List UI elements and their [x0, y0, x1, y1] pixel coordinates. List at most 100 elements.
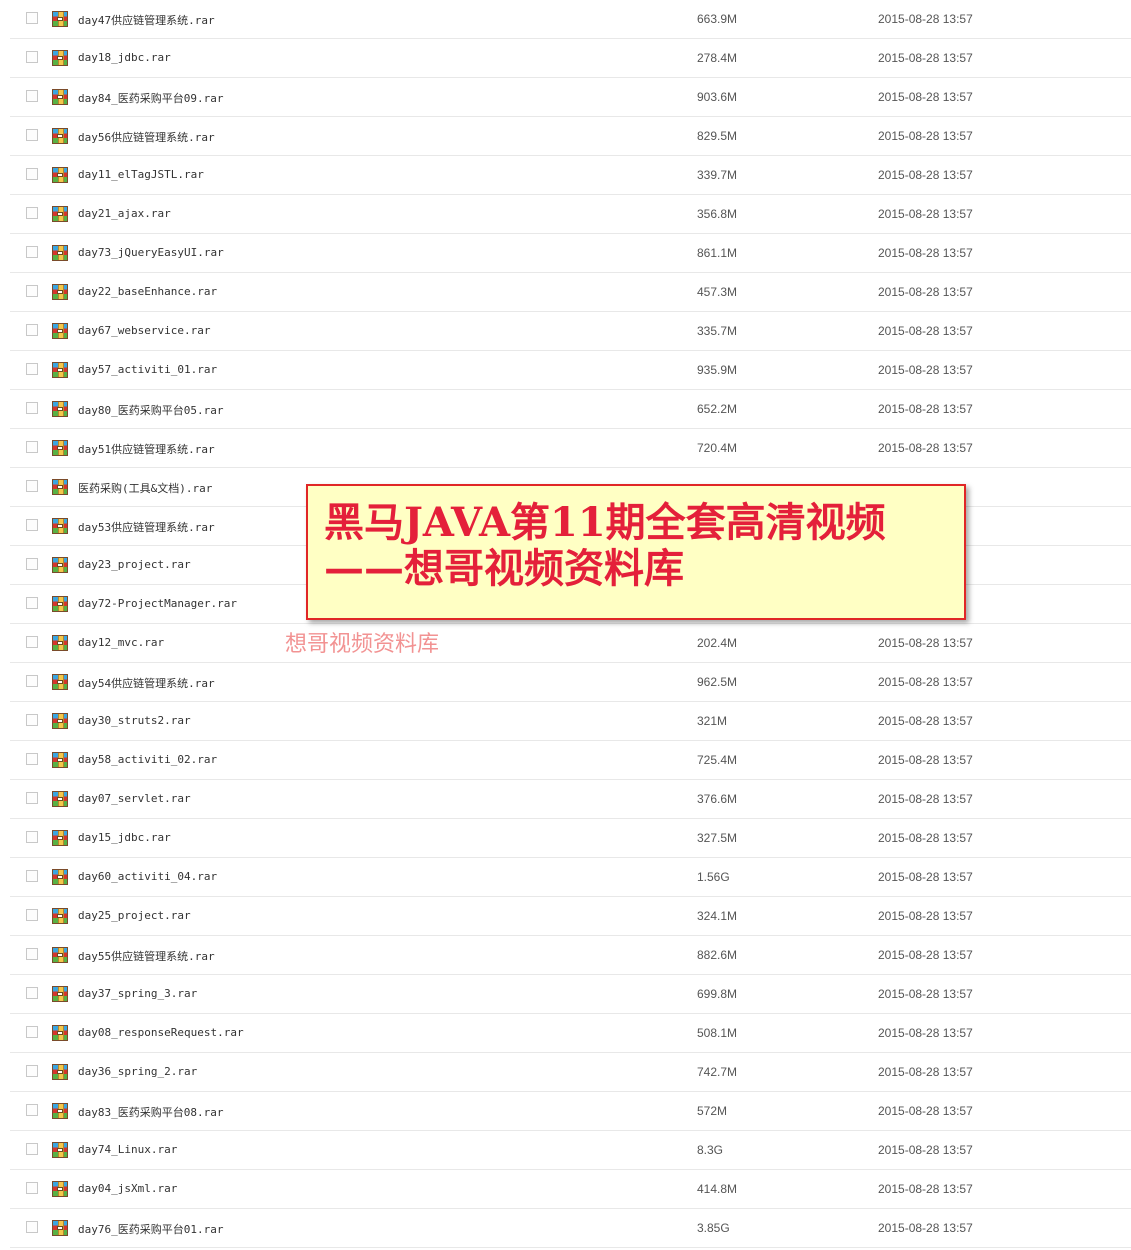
file-row[interactable]: day67_webservice.rar 335.7M 2015-08-28 13:… — [10, 312, 1131, 351]
row-checkbox[interactable] — [26, 675, 38, 687]
file-row[interactable]: day21_ajax.rar 356.8M 2015-08-28 13:57 — [10, 195, 1131, 234]
file-row[interactable]: day83_医药采购平台08.rar 572M 2015-08-28 13:57 — [10, 1092, 1131, 1131]
row-checkbox[interactable] — [26, 90, 38, 102]
row-checkbox[interactable] — [26, 480, 38, 492]
file-name[interactable]: day07_servlet.rar — [78, 792, 191, 805]
file-name[interactable]: day12_mvc.rar — [78, 636, 164, 649]
row-checkbox[interactable] — [26, 1026, 38, 1038]
file-row[interactable]: day73_jQueryEasyUI.rar 861.1M 2015-08-28 1… — [10, 234, 1131, 273]
row-checkbox[interactable] — [26, 51, 38, 63]
row-checkbox[interactable] — [26, 1182, 38, 1194]
file-row[interactable]: day30_struts2.rar 321M 2015-08-28 13:57 — [10, 702, 1131, 741]
row-checkbox[interactable] — [26, 129, 38, 141]
row-checkbox[interactable] — [26, 870, 38, 882]
file-size: 414.8M — [697, 1182, 738, 1196]
file-name[interactable]: day53供应链管理系统.rar — [78, 519, 215, 535]
file-name[interactable]: day72-ProjectManager.rar — [78, 597, 237, 610]
file-row[interactable]: day36_spring_2.rar 742.7M 2015-08-28 13:57 — [10, 1053, 1131, 1092]
row-checkbox[interactable] — [26, 792, 38, 804]
file-row[interactable]: day12_mvc.rar 202.4M 2015-08-28 13:57 — [10, 624, 1131, 663]
row-checkbox[interactable] — [26, 246, 38, 258]
file-size: 725.4M — [697, 753, 738, 767]
file-name[interactable]: day36_spring_2.rar — [78, 1065, 197, 1078]
file-name[interactable]: day73_jQueryEasyUI.rar — [78, 246, 224, 259]
row-checkbox[interactable] — [26, 285, 38, 297]
file-row[interactable]: day51供应链管理系统.rar 720.4M 2015-08-28 13:57 — [10, 429, 1131, 468]
file-row[interactable]: day58_activiti_02.rar 725.4M 2015-08-28 13… — [10, 741, 1131, 780]
file-name[interactable]: day21_ajax.rar — [78, 207, 171, 220]
row-checkbox[interactable] — [26, 441, 38, 453]
file-row[interactable]: day15_jdbc.rar 327.5M 2015-08-28 13:57 — [10, 819, 1131, 858]
file-row[interactable]: day55供应链管理系统.rar 882.6M 2015-08-28 13:57 — [10, 936, 1131, 975]
file-row[interactable]: day08_responseRequest.rar 508.1M 2015-08-2… — [10, 1014, 1131, 1053]
row-checkbox[interactable] — [26, 207, 38, 219]
file-row[interactable]: day80_医药采购平台05.rar 652.2M 2015-08-28 13:57 — [10, 390, 1131, 429]
file-name[interactable]: day08_responseRequest.rar — [78, 1026, 244, 1039]
file-name[interactable]: day22_baseEnhance.rar — [78, 285, 217, 298]
file-name[interactable]: day04_jsXml.rar — [78, 1182, 177, 1195]
file-name[interactable]: day84_医药采购平台09.rar — [78, 90, 223, 106]
file-row[interactable]: day11_elTagJSTL.rar 339.7M 2015-08-28 13:5… — [10, 156, 1131, 195]
file-name[interactable]: day54供应链管理系统.rar — [78, 675, 215, 691]
file-name[interactable]: day83_医药采购平台08.rar — [78, 1104, 223, 1120]
file-name[interactable]: day57_activiti_01.rar — [78, 363, 217, 376]
file-row[interactable]: day25_project.rar 324.1M 2015-08-28 13:57 — [10, 897, 1131, 936]
file-name[interactable]: day11_elTagJSTL.rar — [78, 168, 204, 181]
rar-archive-icon — [52, 479, 68, 495]
row-checkbox[interactable] — [26, 597, 38, 609]
file-name[interactable]: day18_jdbc.rar — [78, 51, 171, 64]
row-checkbox[interactable] — [26, 519, 38, 531]
row-checkbox[interactable] — [26, 1104, 38, 1116]
file-row[interactable]: day76_医药采购平台01.rar 3.85G 2015-08-28 13:57 — [10, 1209, 1131, 1248]
row-checkbox[interactable] — [26, 558, 38, 570]
row-checkbox[interactable] — [26, 948, 38, 960]
file-row[interactable]: day07_servlet.rar 376.6M 2015-08-28 13:57 — [10, 780, 1131, 819]
file-name[interactable]: day37_spring_3.rar — [78, 987, 197, 1000]
row-checkbox[interactable] — [26, 636, 38, 648]
row-checkbox[interactable] — [26, 714, 38, 726]
file-name[interactable]: day74_Linux.rar — [78, 1143, 177, 1156]
file-name[interactable]: day56供应链管理系统.rar — [78, 129, 215, 145]
file-row[interactable]: day04_jsXml.rar 414.8M 2015-08-28 13:57 — [10, 1170, 1131, 1209]
file-row[interactable]: day54供应链管理系统.rar 962.5M 2015-08-28 13:57 — [10, 663, 1131, 702]
row-checkbox[interactable] — [26, 987, 38, 999]
file-row[interactable]: day60_activiti_04.rar 1.56G 2015-08-28 13:… — [10, 858, 1131, 897]
row-checkbox[interactable] — [26, 402, 38, 414]
file-row[interactable]: day37_spring_3.rar 699.8M 2015-08-28 13:57 — [10, 975, 1131, 1014]
rar-archive-icon — [52, 674, 68, 690]
file-name[interactable]: day23_project.rar — [78, 558, 191, 571]
file-name[interactable]: day60_activiti_04.rar — [78, 870, 217, 883]
file-row[interactable]: day47供应链管理系统.rar 663.9M 2015-08-28 13:57 — [10, 0, 1131, 39]
rar-archive-icon — [52, 1103, 68, 1119]
file-name[interactable]: day15_jdbc.rar — [78, 831, 171, 844]
file-name[interactable]: day76_医药采购平台01.rar — [78, 1221, 223, 1237]
promo-banner: 黑马JAVA第11期全套高清视频 ——想哥视频资料库 — [306, 484, 966, 620]
file-name[interactable]: 医药采购(工具&文档).rar — [78, 480, 212, 496]
row-checkbox[interactable] — [26, 909, 38, 921]
row-checkbox[interactable] — [26, 831, 38, 843]
row-checkbox[interactable] — [26, 1065, 38, 1077]
file-name[interactable]: day67_webservice.rar — [78, 324, 210, 337]
file-name[interactable]: day47供应链管理系统.rar — [78, 12, 215, 28]
file-row[interactable]: day84_医药采购平台09.rar 903.6M 2015-08-28 13:57 — [10, 78, 1131, 117]
file-name[interactable]: day58_activiti_02.rar — [78, 753, 217, 766]
row-checkbox[interactable] — [26, 363, 38, 375]
file-name[interactable]: day30_struts2.rar — [78, 714, 191, 727]
row-checkbox[interactable] — [26, 168, 38, 180]
file-row[interactable]: day22_baseEnhance.rar 457.3M 2015-08-28 13… — [10, 273, 1131, 312]
row-checkbox[interactable] — [26, 1143, 38, 1155]
file-name[interactable]: day80_医药采购平台05.rar — [78, 402, 223, 418]
file-row[interactable]: day74_Linux.rar 8.3G 2015-08-28 13:57 — [10, 1131, 1131, 1170]
rar-archive-icon — [52, 557, 68, 573]
file-row[interactable]: day57_activiti_01.rar 935.9M 2015-08-28 13… — [10, 351, 1131, 390]
file-row[interactable]: day18_jdbc.rar 278.4M 2015-08-28 13:57 — [10, 39, 1131, 78]
file-row[interactable]: day56供应链管理系统.rar 829.5M 2015-08-28 13:57 — [10, 117, 1131, 156]
file-name[interactable]: day25_project.rar — [78, 909, 191, 922]
row-checkbox[interactable] — [26, 1221, 38, 1233]
file-name[interactable]: day55供应链管理系统.rar — [78, 948, 215, 964]
row-checkbox[interactable] — [26, 324, 38, 336]
row-checkbox[interactable] — [26, 12, 38, 24]
file-name[interactable]: day51供应链管理系统.rar — [78, 441, 215, 457]
rar-archive-icon — [52, 1142, 68, 1158]
row-checkbox[interactable] — [26, 753, 38, 765]
